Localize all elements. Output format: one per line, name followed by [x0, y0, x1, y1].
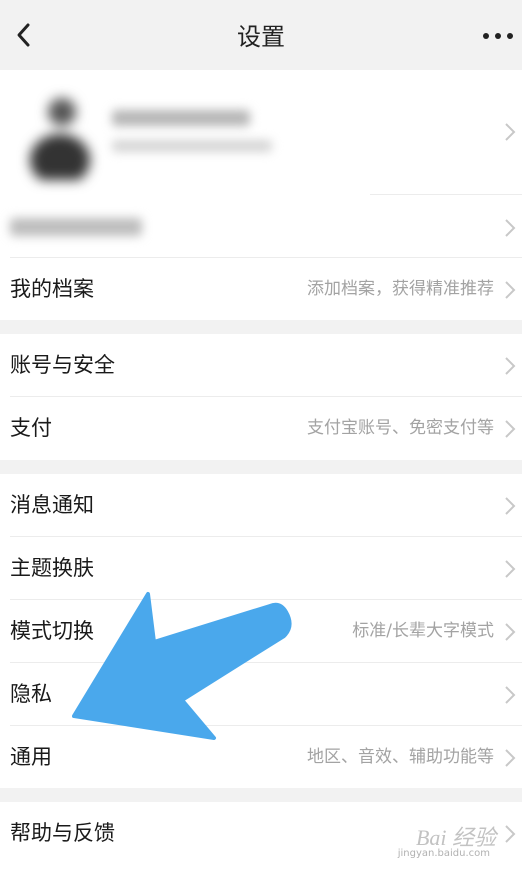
row-label: 通用 [10, 745, 52, 769]
page-title: 设置 [237, 23, 285, 51]
chevron-right-icon [505, 219, 516, 237]
row-label: 帮助与反馈 [10, 821, 115, 845]
row-label: 账号与安全 [10, 353, 115, 377]
chevron-right-icon [505, 281, 516, 299]
chevron-right-icon [505, 686, 516, 704]
row-hint: 添加档案，获得精准推荐 [307, 279, 494, 299]
redacted-label [10, 218, 142, 236]
chevron-right-icon [505, 749, 516, 767]
row-label: 我的档案 [10, 277, 94, 301]
profile-id-redacted [112, 140, 272, 152]
watermark-url: jingyan.baidu.com [397, 848, 490, 859]
settings-row-notifications[interactable]: 消息通知 [0, 474, 522, 536]
settings-row-theme[interactable]: 主题换肤 [0, 537, 522, 599]
settings-row-profile[interactable]: 我的档案 添加档案，获得精准推荐 [0, 258, 522, 320]
avatar [30, 98, 90, 180]
security-group: 账号与安全 支付 支付宝账号、免密支付等 [0, 334, 522, 460]
row-label: 模式切换 [10, 619, 94, 643]
more-dots-icon[interactable] [478, 26, 518, 46]
row-label: 消息通知 [10, 493, 94, 517]
chevron-right-icon [505, 123, 516, 141]
row-label: 隐私 [10, 682, 52, 706]
blurred-row[interactable] [0, 196, 522, 258]
row-hint: 标准/长辈大字模式 [352, 621, 494, 641]
divider [370, 194, 522, 195]
general-group: 消息通知 主题换肤 模式切换 标准/长辈大字模式 隐私 通用 地区、音效、辅助功… [0, 474, 522, 788]
settings-row-privacy[interactable]: 隐私 [0, 663, 522, 725]
row-hint: 支付宝账号、免密支付等 [307, 418, 494, 438]
settings-row-mode-switch[interactable]: 模式切换 标准/长辈大字模式 [0, 600, 522, 662]
chevron-right-icon [505, 420, 516, 438]
settings-row-payment[interactable]: 支付 支付宝账号、免密支付等 [0, 397, 522, 459]
settings-row-account-security[interactable]: 账号与安全 [0, 334, 522, 396]
row-label: 主题换肤 [10, 556, 94, 580]
row-hint: 地区、音效、辅助功能等 [307, 747, 494, 767]
chevron-right-icon [505, 497, 516, 515]
chevron-right-icon [505, 825, 516, 843]
row-label: 支付 [10, 416, 52, 440]
top-bar: 设置 [0, 0, 522, 70]
account-group: 我的档案 添加档案，获得精准推荐 [0, 70, 522, 320]
chevron-right-icon [505, 357, 516, 375]
chevron-right-icon [505, 560, 516, 578]
profile-name-redacted [112, 110, 250, 126]
chevron-right-icon [505, 623, 516, 641]
settings-row-general[interactable]: 通用 地区、音效、辅助功能等 [0, 726, 522, 788]
